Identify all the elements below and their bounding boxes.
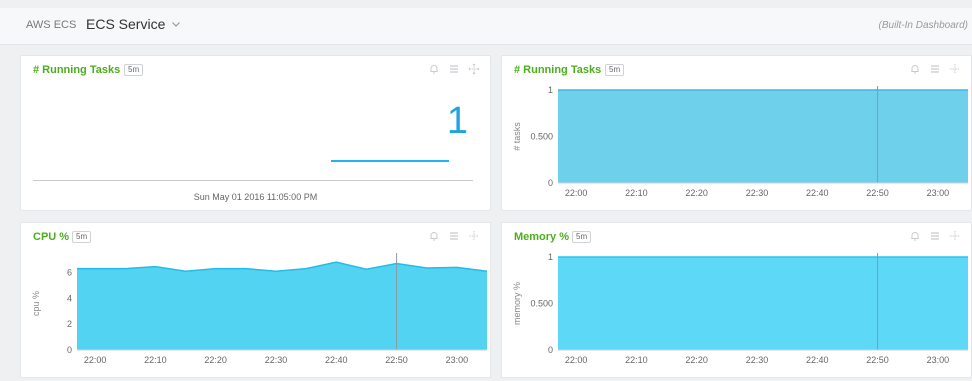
cpu-area-chart[interactable]: 0 2 4 6 22:00 22:10 22:20 22:30 22:40 22:50 23:00 c… [21, 223, 492, 379]
x-tick-label: 22:30 [746, 355, 769, 365]
x-tick-label: 22:10 [625, 188, 648, 198]
x-tick-label: 22:50 [866, 188, 889, 198]
chevron-down-icon [172, 22, 181, 27]
series-area [77, 262, 487, 350]
x-tick-label: 22:30 [265, 355, 288, 365]
running-tasks-area-chart[interactable]: 0 0.500 1 22:00 22:10 22:20 22:30 22:40 22:50 23:… [502, 56, 972, 212]
panel-actions [428, 63, 480, 75]
value-timestamp: Sun May 01 2016 11:05:00 PM [193, 192, 318, 202]
series-area [558, 90, 968, 183]
x-tick-label: 22:40 [325, 355, 348, 365]
y-tick-label: 4 [67, 293, 72, 303]
x-tick-label: 22:10 [144, 355, 167, 365]
y-tick-label: 1 [548, 252, 553, 262]
y-axis-label: # tasks [512, 122, 522, 151]
x-tick-label: 22:50 [385, 355, 408, 365]
y-tick-label: 0.500 [530, 299, 553, 309]
built-in-dashboard-label: (Built-In Dashboard) [878, 20, 968, 31]
y-tick-label: 0.500 [530, 132, 553, 142]
y-tick-label: 0 [67, 345, 72, 355]
x-tick-label: 22:40 [806, 355, 829, 365]
service-selector-label: ECS Service [86, 16, 166, 32]
x-tick-label: 22:20 [685, 188, 708, 198]
panel-title: # Running Tasks [33, 64, 121, 76]
panel-running-tasks-value: # Running Tasks 5m 1 Sun May 01 2016 11:… [20, 55, 491, 211]
y-tick-label: 6 [67, 268, 72, 278]
y-tick-label: 0 [548, 345, 553, 355]
x-tick-label: 23:00 [446, 355, 469, 365]
running-tasks-sparkline [331, 160, 449, 162]
y-axis-label: memory % [512, 282, 522, 325]
panel-running-tasks-chart: # Running Tasks 5m 0 0.500 1 22:00 22:10 22:2… [501, 55, 972, 211]
x-tick-label: 23:00 [927, 188, 950, 198]
y-axis-label: cpu % [31, 291, 41, 316]
y-tick-label: 2 [67, 319, 72, 329]
move-icon[interactable] [468, 63, 480, 75]
service-selector[interactable]: ECS Service [86, 16, 182, 32]
x-tick-label: 22:30 [746, 188, 769, 198]
x-tick-label: 22:40 [806, 188, 829, 198]
series-area [558, 257, 968, 350]
dashboard-header: AWS ECS ECS Service (Built-In Dashboard) [0, 8, 972, 45]
panel-memory-chart: Memory % 5m 0 0.500 1 22:00 22:10 22:20 22:30 2… [501, 222, 972, 378]
x-tick-label: 22:00 [565, 188, 588, 198]
x-tick-label: 22:00 [565, 355, 588, 365]
menu-icon[interactable] [448, 63, 460, 75]
bell-icon[interactable] [428, 63, 440, 75]
x-tick-label: 22:00 [84, 355, 107, 365]
panel-cpu-chart: CPU % 5m 0 2 4 6 22:00 22:10 22:20 22:30 22:40 22… [20, 222, 491, 378]
x-tick-label: 23:00 [927, 355, 950, 365]
x-tick-label: 22:10 [625, 355, 648, 365]
sparkline-baseline [33, 180, 473, 181]
memory-area-chart[interactable]: 0 0.500 1 22:00 22:10 22:20 22:30 22:40 22:50 23:… [502, 223, 972, 379]
running-tasks-value: 1 [446, 100, 468, 142]
x-tick-label: 22:50 [866, 355, 889, 365]
y-tick-label: 1 [548, 85, 553, 95]
interval-badge[interactable]: 5m [124, 64, 144, 76]
x-tick-label: 22:20 [204, 355, 227, 365]
x-tick-label: 22:20 [685, 355, 708, 365]
breadcrumb-aws-ecs[interactable]: AWS ECS [26, 19, 76, 31]
y-tick-label: 0 [548, 178, 553, 188]
